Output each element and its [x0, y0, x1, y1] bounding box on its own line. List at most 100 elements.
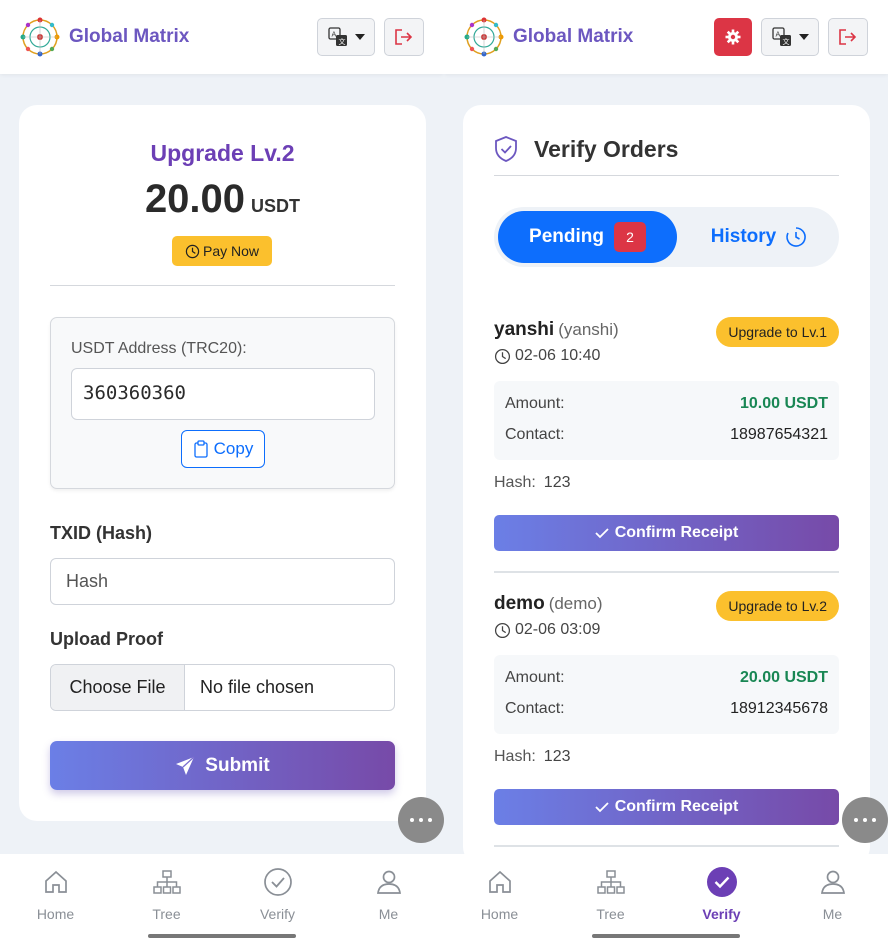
nav-home[interactable]: Home	[0, 866, 111, 922]
dot	[854, 818, 858, 822]
gear-icon	[725, 29, 741, 45]
nav-tree-label: Tree	[596, 906, 625, 922]
order-user-id: (yanshi)	[558, 320, 619, 339]
more-options-button[interactable]	[398, 797, 444, 843]
nav-me-label: Me	[822, 906, 843, 922]
svg-text:A: A	[331, 31, 336, 39]
tab-pending[interactable]: Pending 2	[498, 211, 677, 263]
verify-screen: Global Matrix A 文 Verify Orders Pending …	[444, 0, 888, 947]
clock-icon	[494, 622, 511, 638]
upload-proof-label: Upload Proof	[50, 629, 163, 649]
nav-me[interactable]: Me	[777, 866, 888, 922]
address-field[interactable]: 360360360	[71, 368, 375, 420]
send-icon	[176, 756, 195, 775]
upgrade-screen: Global Matrix A 文 Upgrade Lv.2 20.00 USDT	[0, 0, 444, 947]
order-user: demo (demo)	[494, 593, 603, 615]
tab-history[interactable]: History	[684, 211, 834, 263]
nav-me[interactable]: Me	[333, 866, 444, 922]
language-button[interactable]: A 文	[761, 18, 819, 56]
clock-icon	[494, 348, 511, 364]
proof-file-input[interactable]: Choose File No file chosen	[50, 664, 395, 711]
pending-count-badge: 2	[613, 222, 646, 252]
hash-label: Hash:	[494, 748, 536, 765]
brand-name: Global Matrix	[513, 26, 634, 47]
amount-unit: USDT	[251, 196, 301, 216]
amount-label: Amount:	[505, 669, 565, 686]
shield-check-icon	[495, 136, 517, 162]
order-time-value: 02-06 10:40	[515, 347, 601, 364]
nav-home-label: Home	[480, 906, 519, 922]
nav-verify-label: Verify	[702, 906, 741, 922]
logout-button[interactable]	[384, 18, 424, 56]
upgrade-level-badge: Upgrade to Lv.1	[716, 317, 839, 347]
divider	[494, 175, 839, 176]
check-icon	[595, 528, 609, 539]
pay-now-badge: Pay Now	[172, 236, 272, 266]
globe-logo-icon	[464, 17, 504, 57]
caret-down-icon	[798, 34, 809, 40]
order-username: yanshi	[494, 319, 555, 340]
home-indicator	[148, 934, 296, 938]
verify-card: Verify Orders Pending 2 History yanshi (y…	[463, 105, 870, 865]
dot	[428, 818, 432, 822]
logout-icon	[395, 29, 413, 45]
order-details: Amount: 20.00 USDT Contact: 18912345678	[494, 655, 839, 734]
check-circle-filled-icon	[706, 867, 737, 897]
nav-verify[interactable]: Verify	[222, 866, 333, 922]
address-box: USDT Address (TRC20): 360360360 Copy	[50, 317, 395, 489]
contact-label: Contact:	[505, 426, 565, 443]
order-user-id: (demo)	[548, 594, 603, 613]
nav-me-label: Me	[378, 906, 399, 922]
person-icon	[376, 870, 401, 894]
logout-button[interactable]	[828, 18, 868, 56]
nav-home[interactable]: Home	[444, 866, 555, 922]
app-header: Global Matrix A 文	[444, 0, 888, 74]
order-time: 02-06 10:40	[494, 347, 600, 365]
hash-value: 123	[543, 474, 571, 491]
settings-button[interactable]	[714, 18, 752, 56]
tree-icon	[152, 870, 181, 894]
upgrade-title: Upgrade Lv.2	[150, 140, 295, 166]
verify-header: Verify Orders	[493, 135, 678, 163]
txid-label: TXID (Hash)	[50, 523, 153, 543]
translate-icon: A 文	[327, 27, 347, 46]
confirm-receipt-label: Confirm Receipt	[614, 798, 739, 815]
submit-button[interactable]: Submit	[50, 741, 395, 790]
confirm-receipt-button[interactable]: Confirm Receipt	[494, 515, 839, 551]
logout-icon	[839, 29, 857, 45]
nav-tree[interactable]: Tree	[111, 866, 222, 922]
contact-label: Contact:	[505, 700, 565, 717]
amount-label: Amount:	[505, 395, 565, 412]
translate-icon: A 文	[771, 27, 791, 46]
choose-file-button[interactable]: Choose File	[51, 665, 185, 710]
globe-logo-icon	[20, 17, 60, 57]
dot	[863, 818, 867, 822]
nav-tree[interactable]: Tree	[555, 866, 666, 922]
nav-verify[interactable]: Verify	[666, 866, 777, 922]
order-tabs: Pending 2 History	[494, 207, 839, 267]
amount-value: 20.00	[144, 177, 246, 221]
order-details: Amount: 10.00 USDT Contact: 18987654321	[494, 381, 839, 460]
contact-row: Contact: 18912345678	[505, 700, 828, 718]
submit-label: Submit	[205, 754, 270, 776]
more-options-button[interactable]	[842, 797, 888, 843]
home-icon	[488, 870, 511, 893]
verify-title: Verify Orders	[534, 135, 679, 162]
history-clock-icon	[786, 227, 807, 247]
svg-text:A: A	[775, 31, 780, 39]
txid-input[interactable]: Hash	[50, 558, 395, 605]
copy-button[interactable]: Copy	[181, 430, 265, 468]
clipboard-icon	[194, 440, 208, 458]
upgrade-amount: 20.00 USDT	[19, 177, 426, 222]
upgrade-card: Upgrade Lv.2 20.00 USDT Pay Now USDT Addr…	[19, 105, 426, 821]
amount-value: 10.00 USDT	[739, 395, 828, 412]
confirm-receipt-button[interactable]: Confirm Receipt	[494, 789, 839, 825]
dot	[410, 818, 414, 822]
order-hash: Hash: 123	[494, 474, 571, 492]
nav-verify-label: Verify	[259, 906, 295, 922]
language-button[interactable]: A 文	[317, 18, 375, 56]
svg-text:文: 文	[338, 37, 345, 46]
hash-label: Hash:	[494, 474, 536, 491]
check-circle-icon	[263, 868, 292, 896]
order-hash: Hash: 123	[494, 748, 571, 766]
